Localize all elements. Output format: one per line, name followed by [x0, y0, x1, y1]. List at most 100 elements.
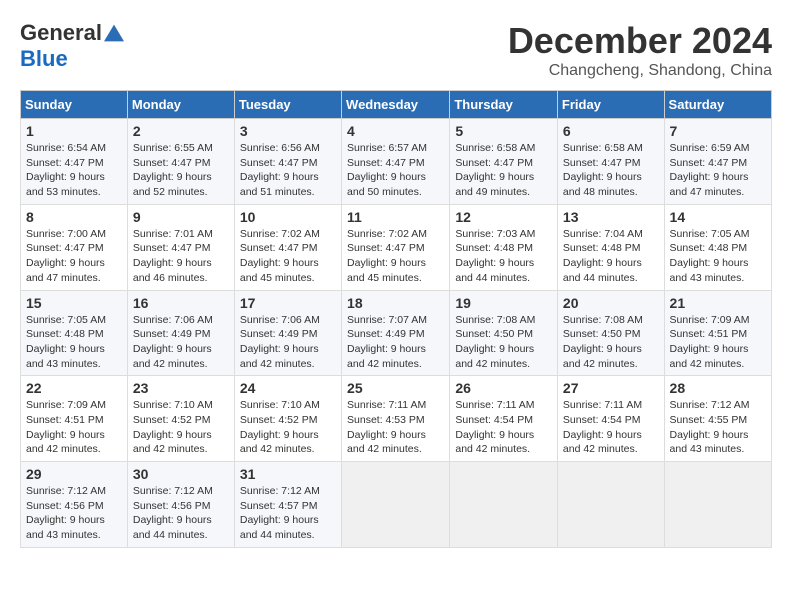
day-number: 24: [240, 380, 336, 396]
day-number: 2: [133, 123, 229, 139]
logo-icon: [104, 23, 124, 43]
day-number: 27: [563, 380, 659, 396]
day-info: Sunrise: 7:12 AMSunset: 4:56 PMDaylight:…: [133, 485, 213, 541]
calendar-cell: 25 Sunrise: 7:11 AMSunset: 4:53 PMDaylig…: [342, 376, 450, 462]
day-info: Sunrise: 7:04 AMSunset: 4:48 PMDaylight:…: [563, 228, 643, 284]
day-info: Sunrise: 6:58 AMSunset: 4:47 PMDaylight:…: [563, 142, 643, 198]
calendar-week-row: 22 Sunrise: 7:09 AMSunset: 4:51 PMDaylig…: [21, 376, 772, 462]
day-info: Sunrise: 6:56 AMSunset: 4:47 PMDaylight:…: [240, 142, 320, 198]
calendar-cell: 14 Sunrise: 7:05 AMSunset: 4:48 PMDaylig…: [664, 204, 771, 290]
day-info: Sunrise: 7:03 AMSunset: 4:48 PMDaylight:…: [455, 228, 535, 284]
calendar-header-row: SundayMondayTuesdayWednesdayThursdayFrid…: [21, 91, 772, 119]
calendar-week-row: 29 Sunrise: 7:12 AMSunset: 4:56 PMDaylig…: [21, 462, 772, 548]
day-number: 4: [347, 123, 444, 139]
calendar-cell: 8 Sunrise: 7:00 AMSunset: 4:47 PMDayligh…: [21, 204, 128, 290]
calendar-cell: 7 Sunrise: 6:59 AMSunset: 4:47 PMDayligh…: [664, 119, 771, 205]
calendar-header-sunday: Sunday: [21, 91, 128, 119]
calendar-cell: 11 Sunrise: 7:02 AMSunset: 4:47 PMDaylig…: [342, 204, 450, 290]
day-number: 21: [670, 295, 766, 311]
calendar-cell: [664, 462, 771, 548]
day-number: 12: [455, 209, 552, 225]
calendar-table: SundayMondayTuesdayWednesdayThursdayFrid…: [20, 90, 772, 548]
day-info: Sunrise: 7:09 AMSunset: 4:51 PMDaylight:…: [670, 314, 750, 370]
day-number: 17: [240, 295, 336, 311]
day-info: Sunrise: 7:12 AMSunset: 4:56 PMDaylight:…: [26, 485, 106, 541]
day-number: 14: [670, 209, 766, 225]
calendar-cell: 27 Sunrise: 7:11 AMSunset: 4:54 PMDaylig…: [557, 376, 664, 462]
day-number: 3: [240, 123, 336, 139]
calendar-header-saturday: Saturday: [664, 91, 771, 119]
calendar-cell: 21 Sunrise: 7:09 AMSunset: 4:51 PMDaylig…: [664, 290, 771, 376]
day-number: 11: [347, 209, 444, 225]
calendar-cell: 29 Sunrise: 7:12 AMSunset: 4:56 PMDaylig…: [21, 462, 128, 548]
day-number: 22: [26, 380, 122, 396]
location-title: Changcheng, Shandong, China: [508, 62, 772, 80]
calendar-cell: [450, 462, 558, 548]
day-number: 20: [563, 295, 659, 311]
day-number: 6: [563, 123, 659, 139]
day-number: 19: [455, 295, 552, 311]
day-info: Sunrise: 7:10 AMSunset: 4:52 PMDaylight:…: [240, 399, 320, 455]
calendar-cell: 31 Sunrise: 7:12 AMSunset: 4:57 PMDaylig…: [234, 462, 341, 548]
day-number: 9: [133, 209, 229, 225]
day-info: Sunrise: 7:08 AMSunset: 4:50 PMDaylight:…: [563, 314, 643, 370]
day-info: Sunrise: 7:08 AMSunset: 4:50 PMDaylight:…: [455, 314, 535, 370]
day-number: 18: [347, 295, 444, 311]
calendar-cell: 19 Sunrise: 7:08 AMSunset: 4:50 PMDaylig…: [450, 290, 558, 376]
day-number: 29: [26, 466, 122, 482]
day-info: Sunrise: 7:06 AMSunset: 4:49 PMDaylight:…: [133, 314, 213, 370]
day-info: Sunrise: 6:54 AMSunset: 4:47 PMDaylight:…: [26, 142, 106, 198]
calendar-header-friday: Friday: [557, 91, 664, 119]
calendar-cell: 16 Sunrise: 7:06 AMSunset: 4:49 PMDaylig…: [127, 290, 234, 376]
calendar-cell: 17 Sunrise: 7:06 AMSunset: 4:49 PMDaylig…: [234, 290, 341, 376]
calendar-cell: 10 Sunrise: 7:02 AMSunset: 4:47 PMDaylig…: [234, 204, 341, 290]
day-number: 30: [133, 466, 229, 482]
day-number: 31: [240, 466, 336, 482]
calendar-cell: 13 Sunrise: 7:04 AMSunset: 4:48 PMDaylig…: [557, 204, 664, 290]
calendar-week-row: 15 Sunrise: 7:05 AMSunset: 4:48 PMDaylig…: [21, 290, 772, 376]
calendar-cell: 28 Sunrise: 7:12 AMSunset: 4:55 PMDaylig…: [664, 376, 771, 462]
calendar-cell: 3 Sunrise: 6:56 AMSunset: 4:47 PMDayligh…: [234, 119, 341, 205]
day-info: Sunrise: 7:12 AMSunset: 4:57 PMDaylight:…: [240, 485, 320, 541]
calendar-cell: 9 Sunrise: 7:01 AMSunset: 4:47 PMDayligh…: [127, 204, 234, 290]
calendar-cell: 4 Sunrise: 6:57 AMSunset: 4:47 PMDayligh…: [342, 119, 450, 205]
calendar-cell: 6 Sunrise: 6:58 AMSunset: 4:47 PMDayligh…: [557, 119, 664, 205]
day-number: 26: [455, 380, 552, 396]
calendar-cell: 5 Sunrise: 6:58 AMSunset: 4:47 PMDayligh…: [450, 119, 558, 205]
day-info: Sunrise: 7:01 AMSunset: 4:47 PMDaylight:…: [133, 228, 213, 284]
day-info: Sunrise: 7:06 AMSunset: 4:49 PMDaylight:…: [240, 314, 320, 370]
day-info: Sunrise: 7:11 AMSunset: 4:54 PMDaylight:…: [455, 399, 534, 455]
calendar-cell: 22 Sunrise: 7:09 AMSunset: 4:51 PMDaylig…: [21, 376, 128, 462]
day-info: Sunrise: 6:59 AMSunset: 4:47 PMDaylight:…: [670, 142, 750, 198]
day-info: Sunrise: 7:11 AMSunset: 4:53 PMDaylight:…: [347, 399, 426, 455]
day-number: 16: [133, 295, 229, 311]
day-number: 28: [670, 380, 766, 396]
day-info: Sunrise: 7:00 AMSunset: 4:47 PMDaylight:…: [26, 228, 106, 284]
calendar-cell: 20 Sunrise: 7:08 AMSunset: 4:50 PMDaylig…: [557, 290, 664, 376]
logo: General Blue: [20, 20, 124, 72]
day-number: 7: [670, 123, 766, 139]
calendar-week-row: 8 Sunrise: 7:00 AMSunset: 4:47 PMDayligh…: [21, 204, 772, 290]
day-info: Sunrise: 7:02 AMSunset: 4:47 PMDaylight:…: [240, 228, 320, 284]
calendar-cell: 18 Sunrise: 7:07 AMSunset: 4:49 PMDaylig…: [342, 290, 450, 376]
day-info: Sunrise: 7:12 AMSunset: 4:55 PMDaylight:…: [670, 399, 750, 455]
day-number: 15: [26, 295, 122, 311]
logo-general-text: General: [20, 20, 102, 46]
day-info: Sunrise: 7:09 AMSunset: 4:51 PMDaylight:…: [26, 399, 106, 455]
page-header: General Blue December 2024 Changcheng, S…: [20, 20, 772, 80]
day-number: 1: [26, 123, 122, 139]
calendar-cell: 2 Sunrise: 6:55 AMSunset: 4:47 PMDayligh…: [127, 119, 234, 205]
day-info: Sunrise: 7:07 AMSunset: 4:49 PMDaylight:…: [347, 314, 427, 370]
day-info: Sunrise: 7:05 AMSunset: 4:48 PMDaylight:…: [26, 314, 106, 370]
logo-blue-text: Blue: [20, 46, 68, 71]
calendar-cell: 12 Sunrise: 7:03 AMSunset: 4:48 PMDaylig…: [450, 204, 558, 290]
calendar-cell: [342, 462, 450, 548]
calendar-header-tuesday: Tuesday: [234, 91, 341, 119]
calendar-cell: 23 Sunrise: 7:10 AMSunset: 4:52 PMDaylig…: [127, 376, 234, 462]
calendar-cell: 26 Sunrise: 7:11 AMSunset: 4:54 PMDaylig…: [450, 376, 558, 462]
day-number: 13: [563, 209, 659, 225]
day-number: 5: [455, 123, 552, 139]
calendar-header-monday: Monday: [127, 91, 234, 119]
month-title: December 2024: [508, 20, 772, 62]
day-info: Sunrise: 7:11 AMSunset: 4:54 PMDaylight:…: [563, 399, 642, 455]
